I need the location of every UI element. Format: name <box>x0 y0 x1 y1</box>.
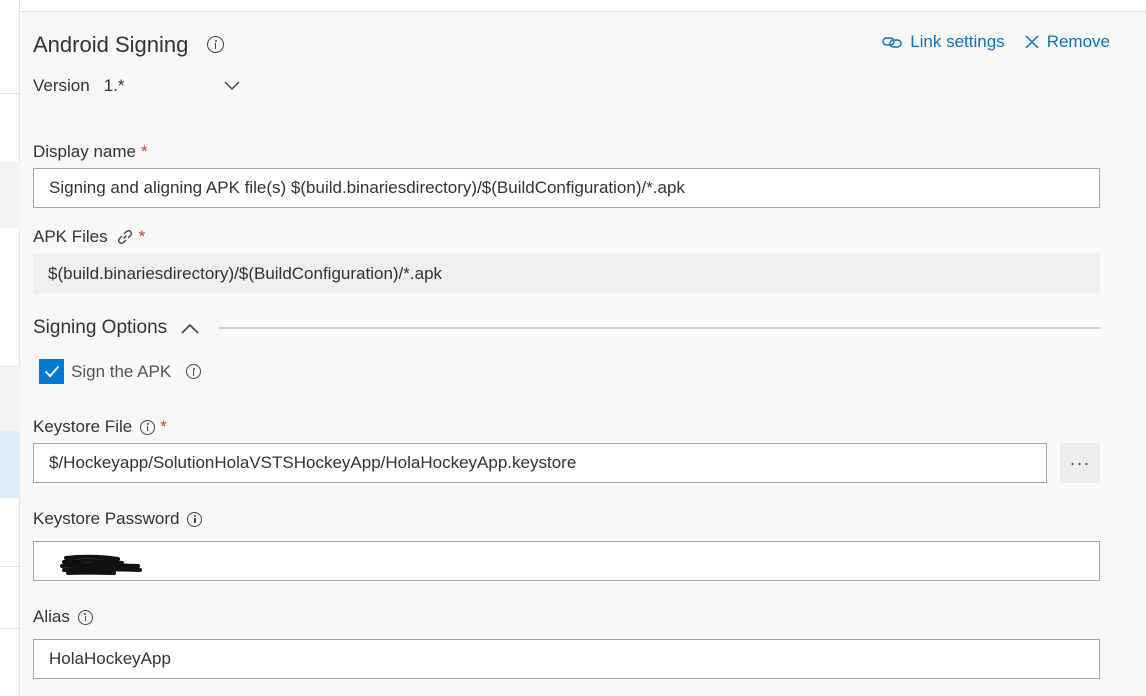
keystore-file-label: Keystore File * <box>33 417 167 437</box>
alias-label-text: Alias <box>33 607 70 626</box>
task-title: Android Signing <box>33 32 189 57</box>
close-icon <box>1025 35 1039 49</box>
remove-button[interactable]: Remove <box>1025 32 1110 52</box>
browse-button[interactable]: ··· <box>1060 443 1100 483</box>
sign-apk-label: Sign the APK <box>71 361 172 381</box>
link-icon <box>882 37 902 48</box>
list-item[interactable] <box>0 162 20 228</box>
link-settings-label: Link settings <box>910 32 1005 51</box>
apk-files-value: $(build.binariesdirectory)/$(BuildConfig… <box>48 264 443 283</box>
alias-value: HolaHockeyApp <box>49 649 171 668</box>
keystore-password-input[interactable] <box>33 541 1100 581</box>
info-icon[interactable] <box>186 364 202 379</box>
version-selector[interactable]: Version 1.* <box>33 76 240 96</box>
alias-input[interactable]: HolaHockeyApp <box>33 639 1100 679</box>
info-icon[interactable] <box>140 419 156 435</box>
section-title: Signing Options <box>33 317 168 338</box>
apk-files-field[interactable]: $(build.binariesdirectory)/$(BuildConfig… <box>33 254 1100 294</box>
version-value: 1.* <box>103 76 125 95</box>
display-name-value: Signing and aligning APK file(s) $(build… <box>49 178 685 197</box>
keystore-file-label-text: Keystore File <box>33 417 133 436</box>
keystore-file-input[interactable]: $/Hockeyapp/SolutionHolaVSTSHockeyApp/Ho… <box>33 443 1047 483</box>
remove-label: Remove <box>1046 32 1110 51</box>
required-mark: * <box>141 142 148 161</box>
sign-apk-row: Sign the APK <box>39 359 202 384</box>
required-mark: * <box>138 227 146 246</box>
list-divider <box>0 566 20 567</box>
task-actions: Link settings Remove <box>882 32 1110 52</box>
sign-apk-checkbox[interactable] <box>39 359 64 384</box>
info-icon[interactable] <box>187 511 203 527</box>
task-editor-panel <box>20 11 1146 696</box>
top-strip <box>0 0 1146 11</box>
link-settings-button[interactable]: Link settings <box>882 32 1005 52</box>
keystore-file-value: $/Hockeyapp/SolutionHolaVSTSHockeyApp/Ho… <box>49 453 577 472</box>
display-name-label-text: Display name <box>33 142 136 161</box>
redacted-password-scribble <box>60 554 142 575</box>
list-divider <box>0 628 20 629</box>
alias-label: Alias <box>33 607 93 627</box>
display-name-input[interactable]: Signing and aligning APK file(s) $(build… <box>33 168 1100 208</box>
left-list-strip <box>0 0 20 696</box>
list-item[interactable] <box>0 365 20 431</box>
link-icon[interactable] <box>116 228 134 246</box>
apk-files-label: APK Files * <box>33 227 145 247</box>
list-divider <box>0 93 20 94</box>
section-divider <box>219 327 1100 329</box>
chevron-down-icon <box>224 81 240 91</box>
keystore-password-label-text: Keystore Password <box>33 509 180 528</box>
info-icon[interactable] <box>77 609 93 625</box>
version-label: Version <box>33 76 90 95</box>
required-mark: * <box>160 417 167 436</box>
signing-options-header[interactable]: Signing Options <box>33 317 199 339</box>
apk-files-label-text: APK Files <box>33 227 108 246</box>
checkmark-icon <box>44 365 59 378</box>
keystore-password-label: Keystore Password <box>33 509 203 529</box>
display-name-label: Display name * <box>33 142 148 162</box>
list-item-selected[interactable] <box>0 431 20 498</box>
chevron-up-icon <box>181 323 199 334</box>
info-icon[interactable] <box>207 36 224 53</box>
